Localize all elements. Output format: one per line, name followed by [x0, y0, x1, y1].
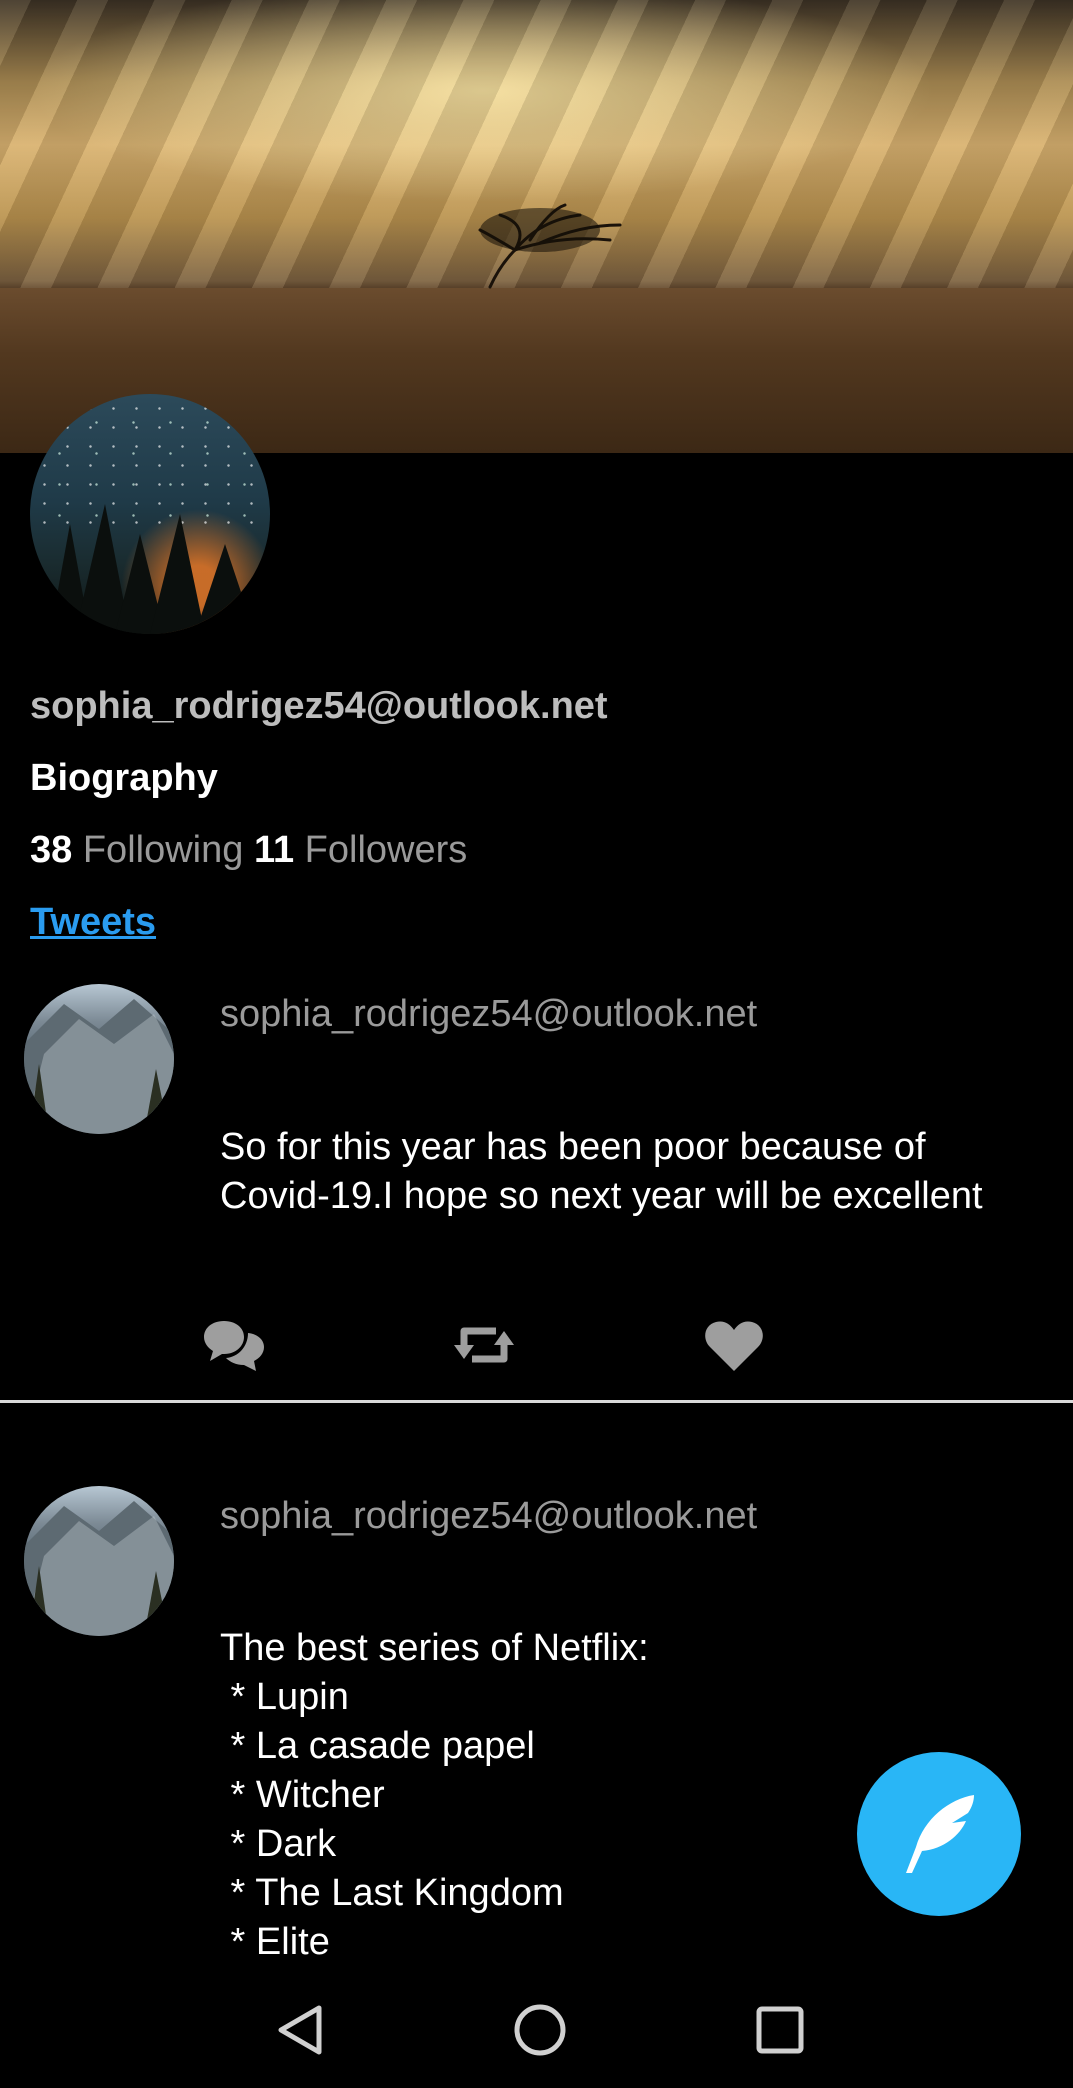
- heart-icon[interactable]: [702, 1315, 766, 1375]
- back-icon[interactable]: [265, 2000, 335, 2060]
- feather-icon: [906, 1795, 974, 1873]
- profile-bio: Biography: [30, 757, 218, 799]
- profile-email: sophia_rodrigez54@outlook.net: [30, 685, 608, 727]
- followers-count: 11: [253, 829, 295, 871]
- tweet-avatar[interactable]: [24, 1486, 174, 1636]
- recents-icon[interactable]: [745, 2000, 815, 2060]
- tweet-avatar[interactable]: [24, 984, 174, 1134]
- tab-tweets[interactable]: Tweets: [30, 901, 156, 944]
- tree-silhouette: [478, 203, 622, 289]
- retweet-icon[interactable]: [452, 1315, 516, 1375]
- comment-icon[interactable]: [202, 1315, 266, 1375]
- followers-label[interactable]: Followers: [305, 829, 468, 871]
- tweet-author[interactable]: sophia_rodrigez54@outlook.net: [220, 993, 757, 1036]
- tweet-author[interactable]: sophia_rodrigez54@outlook.net: [220, 1495, 757, 1538]
- profile-stats: 38 Following 11 Followers: [30, 829, 467, 872]
- following-label[interactable]: Following: [83, 829, 244, 871]
- cover-photo: [0, 0, 1073, 453]
- tweet-text: So for this year has been poor because o…: [220, 1126, 983, 1217]
- tweet-divider: [0, 1400, 1073, 1403]
- profile-avatar[interactable]: [30, 394, 270, 634]
- compose-button[interactable]: [857, 1752, 1021, 1916]
- tweet-text: The best series of Netflix: * Lupin * La…: [220, 1627, 649, 1963]
- home-icon[interactable]: [505, 2000, 575, 2060]
- following-count: 38: [30, 829, 73, 871]
